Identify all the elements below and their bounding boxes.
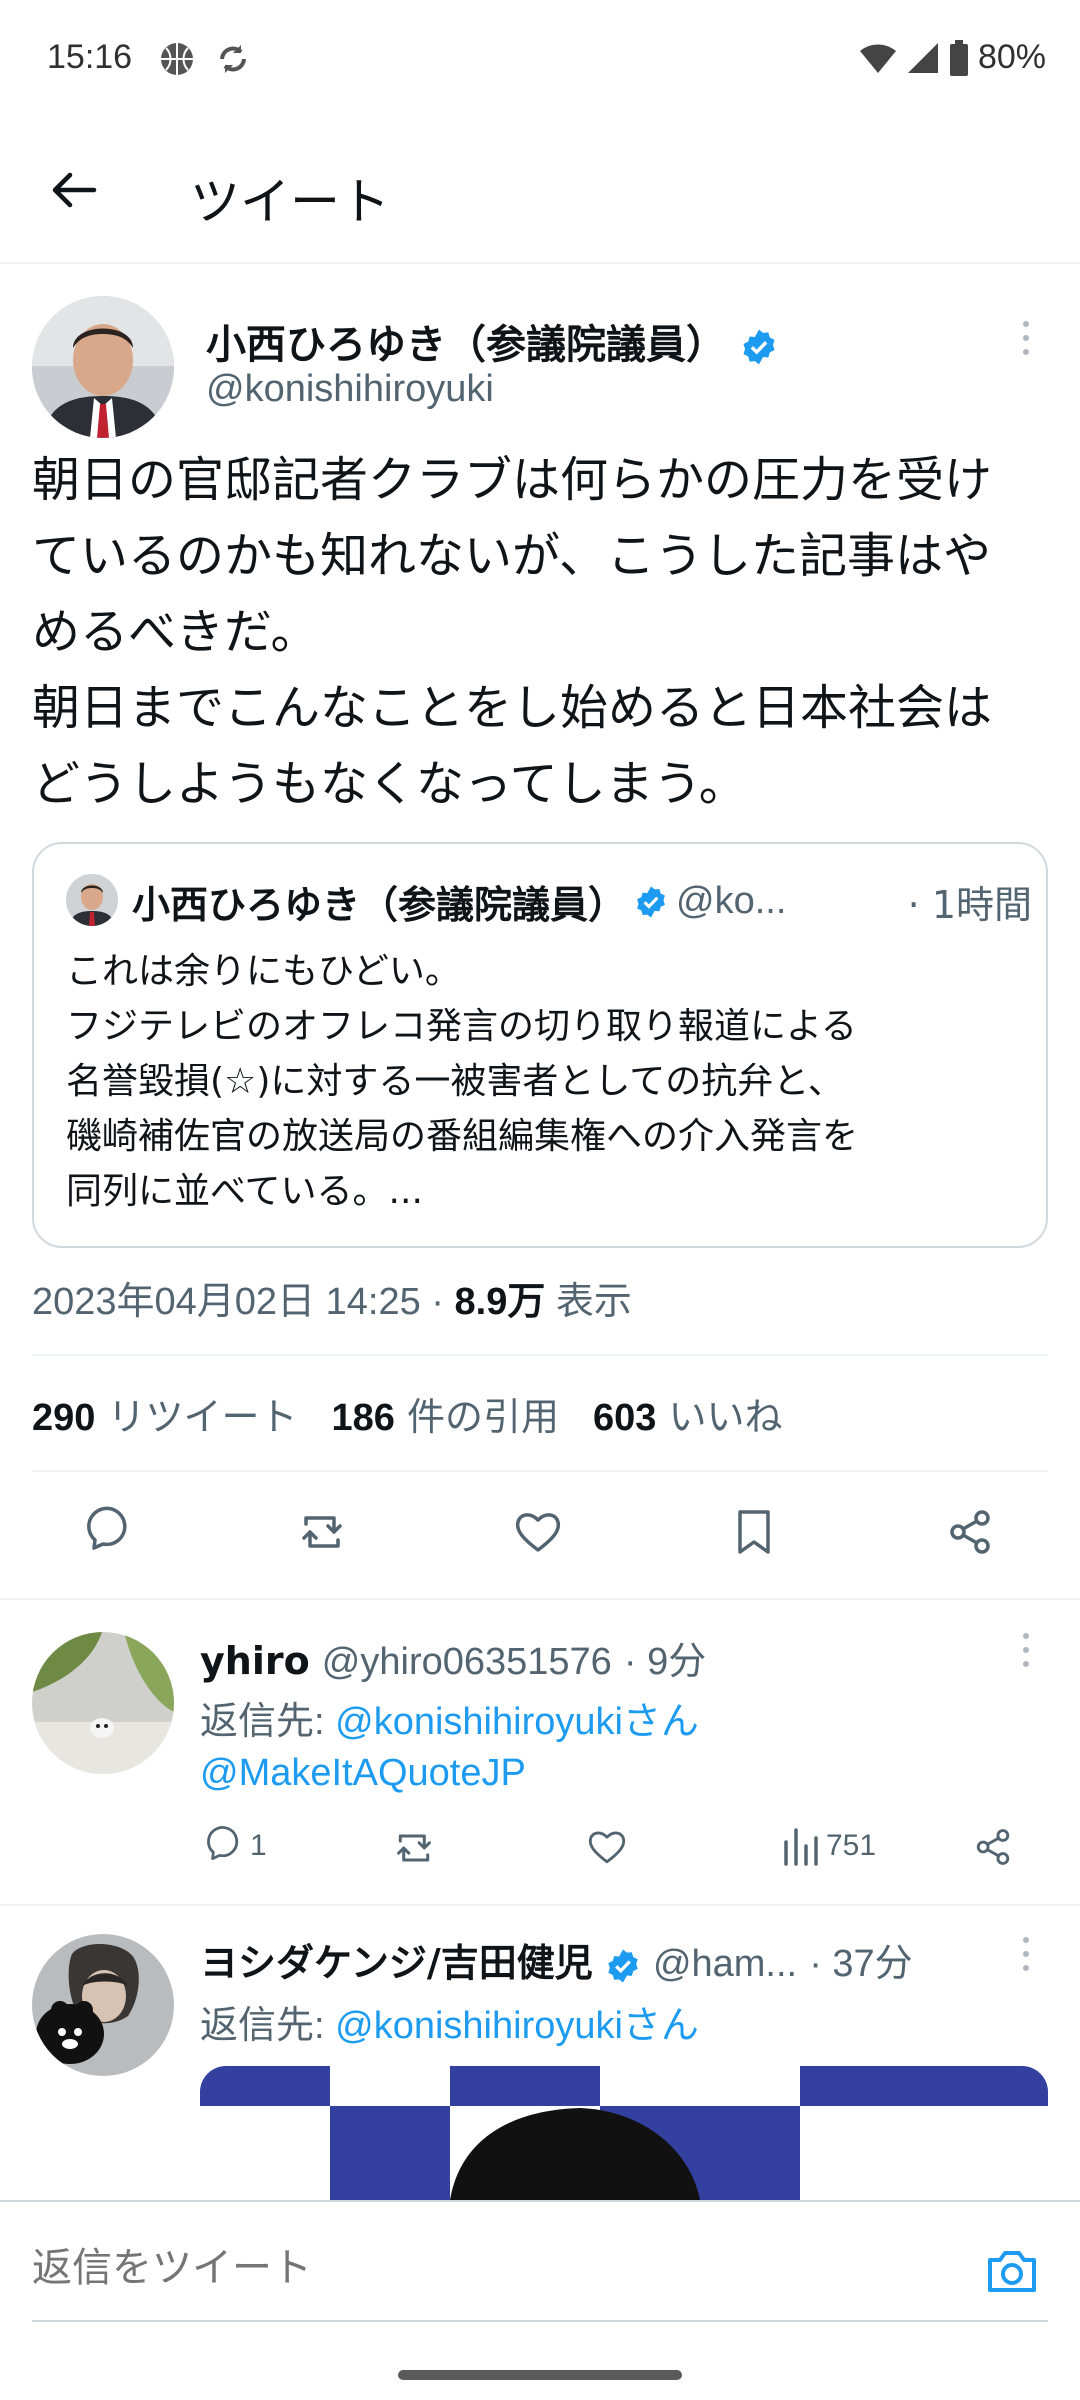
more-options-icon[interactable] [1016,318,1036,358]
quoted-text: これは余りにもひどい。 フジテレビのオフレコ発言の切り取り報道による 名誉毀損(… [66,951,859,1212]
retweet-icon[interactable] [390,1824,438,1872]
quoted-author-name: 小西ひろゆき（参議院議員） [132,883,627,927]
divider [32,1354,1048,1356]
reply-author-avatar[interactable] [32,1632,174,1774]
reply-to: 返信先: @konishihiroyukiさん [200,1701,699,1743]
author-avatar[interactable] [32,296,174,438]
like-icon[interactable] [584,1824,630,1870]
reply-header: ヨシダケンジ/吉田健児 @ham... · 37分 [200,1932,1000,1987]
sync-icon [220,45,246,73]
share-icon[interactable] [970,1824,1016,1870]
analytics-icon [784,1828,818,1866]
reply-author-avatar[interactable] [32,1934,174,2076]
retweet-icon[interactable] [294,1504,350,1560]
retweets-stat[interactable]: 290 リツイート [32,1386,298,1441]
reply-actions: 1 751 [200,1824,1060,1884]
more-options-icon[interactable] [1016,1934,1036,1974]
reply-author-handle: @ham... [652,1943,798,1985]
author-name[interactable]: 小西ひろゆき（参議院議員） [206,312,778,370]
divider [32,1470,1048,1472]
reply-media-image[interactable] [200,2066,1048,2200]
signal-icon [907,42,938,73]
reply-to-extra: @MakeItAQuoteJP [200,1750,526,1795]
tweet-stats: 290 リツイート 186 件の引用 603 いいね [32,1386,783,1441]
reply-author-handle: @yhiro06351576 [321,1641,612,1683]
reply-button[interactable]: 1 [200,1824,267,1868]
status-bar: 15:16 80% [0,0,1080,120]
page-title: ツイート [190,173,390,231]
views-count[interactable]: 8.9万 [455,1281,546,1323]
app-header: ツイート [0,120,1080,264]
share-icon[interactable] [942,1504,998,1560]
reply-time: · 37分 [809,1943,913,1985]
camera-icon[interactable] [982,2242,1042,2302]
divider [0,1598,1080,1600]
reply-to-link[interactable]: @konishihiroyukiさん [335,1701,699,1743]
battery-percent: 80% [977,38,1046,76]
basketball-icon [161,43,193,75]
divider [32,2320,1048,2322]
verified-badge-icon [637,885,665,918]
reply-icon[interactable] [78,1504,134,1560]
verified-badge-icon [608,1949,638,1982]
reply-input[interactable] [32,2246,932,2291]
verified-badge-icon [743,329,775,365]
reply-author-name[interactable]: yhiro [200,1639,310,1683]
tweet-text: 朝日の官邸記者クラブは何らかの圧力を受け ているのかも知れないが、こうした記事は… [32,452,993,812]
reply-count: 1 [250,1829,267,1862]
author-handle: @konishihiroyuki [206,368,494,410]
status-time: 15:16 [47,38,133,76]
more-options-icon[interactable] [1016,1630,1036,1670]
battery-icon [949,39,968,76]
like-icon[interactable] [510,1504,566,1560]
reply-to: 返信先: @konishihiroyukiさん [200,2005,699,2047]
reply-time: · 9分 [623,1641,707,1683]
view-count: 751 [826,1829,877,1862]
views-label: 表示 [555,1279,632,1323]
bookmark-icon[interactable] [726,1504,782,1560]
home-indicator[interactable] [398,2370,682,2380]
quotes-stat[interactable]: 186 件の引用 [332,1386,560,1441]
reply-to-link[interactable]: @konishihiroyukiさん [335,2005,699,2047]
views-button[interactable]: 751 [780,1824,876,1868]
back-arrow-icon[interactable] [44,160,104,220]
reply-to-link[interactable]: @MakeItAQuoteJP [200,1752,526,1794]
tweet-timestamp: 2023年04月02日 14:25 · 8.9万 表示 [32,1279,632,1323]
reply-icon [207,1826,239,1860]
reply-compose-bar [0,2200,1080,2400]
quoted-tweet[interactable]: 小西ひろゆき（参議院議員） @ko... · 1時間 これは余りにもひどい。 フ… [32,842,1048,1248]
quoted-time: · 1時間 [907,883,1032,927]
likes-stat[interactable]: 603 いいね [593,1386,783,1441]
quoted-author-handle: @ko... [676,880,787,922]
wifi-icon [859,43,896,73]
reply-author-name[interactable]: ヨシダケンジ/吉田健児 [200,1941,593,1985]
tweet-actions [0,1504,1080,1584]
quoted-header: 小西ひろゆき（参議院議員） @ko... · 1時間 [132,874,1032,929]
quoted-author-avatar [66,874,118,926]
divider [0,1904,1080,1906]
reply-header: yhiro @yhiro06351576 · 9分 [200,1630,706,1685]
